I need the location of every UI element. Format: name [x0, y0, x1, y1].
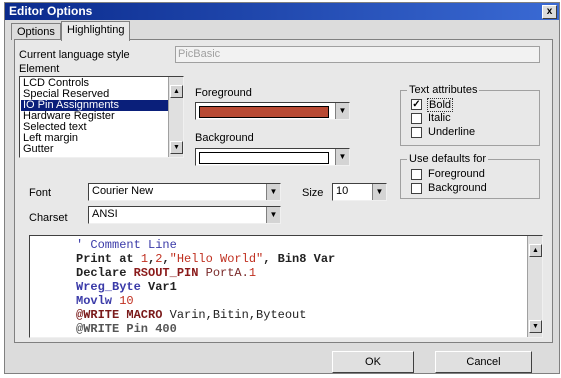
underline-label[interactable]: Underline	[428, 126, 475, 138]
code-token: , Bin8 Var	[263, 252, 336, 266]
use-defaults-title: Use defaults for	[407, 153, 489, 165]
preview-scroll-down-icon[interactable]: ▼	[529, 320, 542, 333]
tab-options[interactable]: Options	[11, 23, 61, 40]
element-scroll-up-icon[interactable]: ▲	[170, 85, 183, 98]
language-style-label: Current language style	[19, 49, 130, 61]
foreground-color-dropdown[interactable]: ▼	[195, 102, 350, 120]
code-line: @WRITE Pin 400	[76, 322, 335, 336]
close-button[interactable]: x	[542, 5, 557, 19]
code-line: Movlw 10	[76, 294, 335, 308]
font-label: Font	[29, 187, 52, 199]
code-token: 1	[248, 266, 257, 280]
default-foreground-checkbox[interactable]	[411, 169, 422, 180]
charset-label: Charset	[29, 212, 68, 224]
italic-label[interactable]: Italic	[428, 112, 451, 124]
code-line: ' Comment Line	[76, 238, 335, 252]
element-list-items: LCD Controls Special Reserved IO Pin Assig…	[21, 78, 169, 155]
foreground-color-swatch	[199, 106, 329, 118]
charset-value: ANSI	[92, 208, 118, 220]
preview-scrollbar[interactable]: ▲ ▼	[527, 236, 542, 337]
code-token: PortA.	[198, 266, 249, 280]
default-background-label[interactable]: Background	[428, 182, 487, 194]
ok-button[interactable]: OK	[332, 351, 414, 373]
code-token: Declare	[76, 266, 134, 280]
element-list[interactable]: LCD Controls Special Reserved IO Pin Assig…	[19, 76, 184, 158]
text-attributes-title: Text attributes	[407, 84, 480, 96]
code-token: Varin,Bitin,Byteout	[162, 308, 307, 322]
cancel-button[interactable]: Cancel	[435, 351, 532, 373]
default-background-checkbox[interactable]	[411, 183, 422, 194]
code-line: Declare RSOUT_PIN PortA.1	[76, 266, 335, 280]
italic-checkbox[interactable]	[411, 113, 422, 124]
background-label: Background	[195, 132, 254, 144]
background-color-dropdown[interactable]: ▼	[195, 148, 350, 166]
code-token: Movlw	[76, 294, 113, 308]
bold-checkbox[interactable]: ✓	[411, 99, 422, 110]
code-token: Var1	[140, 280, 177, 294]
bold-label[interactable]: Bold	[427, 98, 454, 112]
window-title: Editor Options	[9, 4, 93, 18]
foreground-label: Foreground	[195, 87, 252, 99]
code-preview-lines: ' Comment Line Print at 1,2,"Hello World"…	[76, 238, 335, 336]
code-token: 1	[140, 252, 149, 266]
size-value: 10	[336, 185, 349, 197]
code-token: 10	[112, 294, 134, 308]
title-bar[interactable]: Editor Options x	[5, 3, 559, 20]
code-preview[interactable]: ' Comment Line Print at 1,2,"Hello World"…	[29, 235, 543, 338]
text-attributes-group: Text attributes ✓ Bold Italic Underline	[400, 84, 540, 146]
code-line: Print at 1,2,"Hello World", Bin8 Var	[76, 252, 335, 266]
default-foreground-label[interactable]: Foreground	[428, 168, 485, 180]
tab-highlighting[interactable]: Highlighting	[61, 21, 131, 41]
font-value: Courier New	[92, 185, 154, 197]
underline-checkbox[interactable]	[411, 127, 422, 138]
code-token: Wreg_Byte	[76, 280, 141, 294]
code-token: ' Comment Line	[76, 238, 177, 252]
charset-dropdown-icon[interactable]: ▼	[266, 207, 280, 223]
code-line: @WRITE MACRO Varin,Bitin,Byteout	[76, 308, 335, 322]
element-label: Element	[19, 63, 60, 75]
use-defaults-group: Use defaults for Foreground Background	[400, 153, 540, 199]
size-select[interactable]: 10 ▼	[332, 183, 387, 201]
highlighting-panel: Current language style PicBasic Element …	[14, 39, 553, 343]
size-dropdown-icon[interactable]: ▼	[372, 184, 386, 200]
font-dropdown-icon[interactable]: ▼	[266, 184, 280, 200]
code-token: Print at	[76, 252, 141, 266]
element-scroll-down-icon[interactable]: ▼	[170, 141, 183, 154]
element-scrollbar[interactable]: ▲ ▼	[168, 77, 183, 157]
code-token: "Hello World"	[169, 252, 264, 266]
code-token: @WRITE Pin 400	[76, 322, 177, 336]
editor-options-window: Editor Options x Options Highlighting Cu…	[4, 2, 560, 374]
code-token: RSOUT_PIN	[133, 266, 199, 280]
charset-select[interactable]: ANSI ▼	[88, 206, 281, 224]
background-color-swatch	[199, 152, 329, 164]
list-item[interactable]: Gutter	[21, 144, 169, 155]
language-style-field[interactable]: PicBasic	[175, 46, 540, 63]
code-line: Wreg_Byte Var1	[76, 280, 335, 294]
foreground-dropdown-icon[interactable]: ▼	[335, 103, 349, 119]
size-label: Size	[302, 187, 324, 199]
font-select[interactable]: Courier New ▼	[88, 183, 281, 201]
preview-scroll-up-icon[interactable]: ▲	[529, 244, 542, 257]
code-token: ,	[162, 252, 170, 266]
background-dropdown-icon[interactable]: ▼	[335, 149, 349, 165]
code-token: @WRITE MACRO	[76, 308, 163, 322]
